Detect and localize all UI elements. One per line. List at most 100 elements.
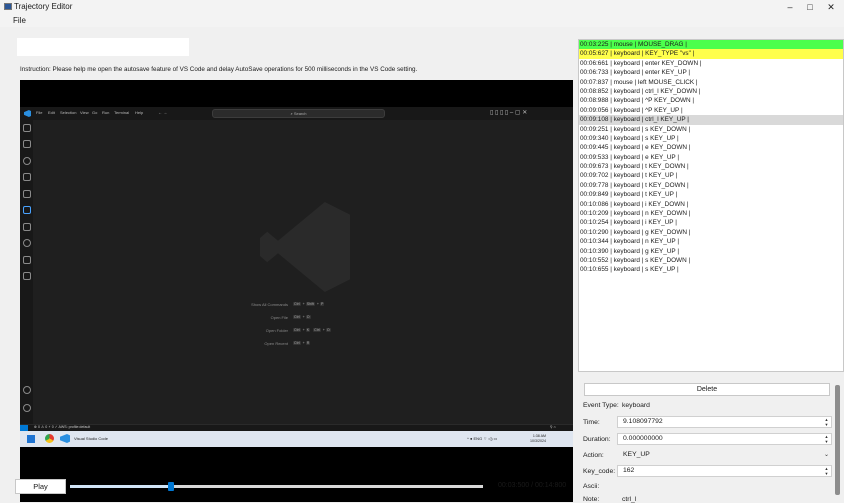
event-row[interactable]: 00:07:837 | mouse | left MOUSE_CLICK |	[579, 78, 843, 87]
duration-field-value: 0.000000000	[623, 435, 663, 442]
vscode-status-bar: ⊗ 0 ⚠ 0 ⚡ 0 ✓ AWS: profile:default ⚲ ⌂	[20, 424, 573, 431]
event-row[interactable]: 00:06:733 | keyboard | enter KEY_UP |	[579, 68, 843, 77]
vscode-search-box: ⌕ Search	[212, 109, 385, 118]
event-row[interactable]: 00:06:661 | keyboard | enter KEY_DOWN |	[579, 59, 843, 68]
event-row[interactable]: 00:09:056 | keyboard | ^P KEY_UP |	[579, 106, 843, 115]
event-row[interactable]: 00:09:340 | keyboard | s KEY_UP |	[579, 134, 843, 143]
vscode-menu-run: Run	[102, 110, 110, 115]
vscode-menu-terminal: Terminal	[114, 110, 130, 115]
explorer-icon	[23, 124, 31, 132]
ascii-field-label: Ascii:	[583, 483, 600, 490]
vscode-screenshot: File Edit Selection View Go Run Terminal…	[20, 107, 573, 431]
menu-file[interactable]: File	[13, 16, 26, 25]
event-row[interactable]: 00:09:108 | keyboard | ctrl_l KEY_UP |	[579, 115, 843, 125]
keycode-spin-icon[interactable]: ▲ ▼	[823, 466, 830, 476]
left-panel: Instruction: Please help me open the aut…	[10, 30, 573, 502]
event-row[interactable]: 00:09:445 | keyboard | e KEY_DOWN |	[579, 143, 843, 152]
event-row[interactable]: 00:09:702 | keyboard | t KEY_UP |	[579, 171, 843, 180]
windows-start-icon	[27, 435, 35, 443]
video-frame: File Edit Selection View Go Run Terminal…	[20, 80, 573, 502]
chat-icon	[23, 256, 31, 264]
menu-bar: File	[0, 14, 844, 27]
play-button[interactable]: Play	[15, 479, 66, 494]
instruction-text: Instruction: Please help me open the aut…	[20, 66, 418, 73]
extensions-icon	[23, 206, 31, 214]
event-list[interactable]: 00:03:225 | mouse | MOUSE_DRAG | 00:05:62…	[578, 39, 844, 372]
vscode-taskbar-icon	[60, 434, 70, 443]
vscode-activity-bar	[20, 120, 33, 424]
vscode-watermark-logo	[260, 202, 350, 292]
time-readout: 00:03:500 / 00:14:800	[498, 482, 567, 489]
detail-scrollbar[interactable]	[835, 385, 840, 495]
cmd-show-all-keys: Ctrl + Shift + P	[293, 302, 325, 306]
cmd-open-file-keys: Ctrl + O	[293, 315, 311, 319]
event-row[interactable]: 00:10:086 | keyboard | i KEY_DOWN |	[579, 200, 843, 209]
time-field[interactable]: 9.108097792 ▲ ▼	[617, 416, 832, 428]
keycode-field[interactable]: 162 ▲ ▼	[617, 465, 832, 477]
system-tray-icons: ^ ● ENG ⌔ ◁) ▭	[467, 436, 498, 441]
action-select-value: KEY_UP	[623, 451, 650, 458]
vscode-menu-selection: Selection	[60, 110, 77, 115]
event-row[interactable]: 00:10:655 | keyboard | s KEY_UP |	[579, 265, 843, 274]
event-row[interactable]: 00:08:988 | keyboard | ^P KEY_DOWN |	[579, 96, 843, 105]
cmd-open-recent-label: Open Recent	[264, 341, 288, 346]
event-row[interactable]: 00:09:673 | keyboard | t KEY_DOWN |	[579, 162, 843, 171]
event-row[interactable]: 00:09:778 | keyboard | t KEY_DOWN |	[579, 181, 843, 190]
manage-gear-icon	[23, 404, 31, 412]
vscode-titlebar: File Edit Selection View Go Run Terminal…	[20, 107, 573, 120]
vscode-menu-help: Help	[135, 110, 144, 115]
event-row[interactable]: 00:10:209 | keyboard | n KEY_DOWN |	[579, 209, 843, 218]
vscode-title-buttons: ▯ ▯ ▯ ▯ – ▢ ✕	[490, 110, 528, 116]
tray-clock: 1:38 AM 10/3/2024	[530, 434, 546, 443]
vscode-menu-view: View	[80, 110, 89, 115]
source-control-icon	[23, 173, 31, 181]
event-row[interactable]: 00:05:627 | keyboard | KEY_TYPE "vs" |	[579, 49, 843, 59]
taskbar-app-label: Visual Studio Code	[74, 436, 108, 441]
time-spin-icon[interactable]: ▲ ▼	[823, 417, 830, 427]
remote-explorer-icon	[23, 223, 31, 231]
event-row[interactable]: 00:08:852 | keyboard | ctrl_l KEY_DOWN |	[579, 87, 843, 96]
event-row[interactable]: 00:10:390 | keyboard | g KEY_UP |	[579, 247, 843, 256]
duration-field[interactable]: 0.000000000 ▲ ▼	[617, 433, 832, 445]
maximize-button[interactable]: □	[802, 1, 818, 13]
minimize-button[interactable]: –	[782, 1, 798, 13]
vscode-nav-arrows: ← →	[158, 110, 168, 115]
event-row[interactable]: 00:03:225 | mouse | MOUSE_DRAG |	[579, 40, 843, 50]
keycode-field-value: 162	[623, 467, 635, 474]
timeline-slider[interactable]	[70, 482, 483, 491]
time-field-value: 9.108097792	[623, 418, 663, 425]
event-row[interactable]: 00:09:251 | keyboard | s KEY_DOWN |	[579, 125, 843, 134]
timeline-slider-handle[interactable]	[167, 482, 174, 491]
extensions-view-icon	[23, 140, 31, 148]
status-left-text: ⊗ 0 ⚠ 0 ⚡ 0 ✓ AWS: profile:default	[34, 425, 91, 429]
delete-button[interactable]: Delete	[584, 383, 830, 396]
action-field-label: Action:	[583, 452, 604, 459]
vscode-menu-go: Go	[92, 110, 98, 115]
duration-field-label: Duration:	[583, 436, 611, 443]
event-row[interactable]: 00:10:254 | keyboard | i KEY_UP |	[579, 218, 843, 227]
note-field-value: ctrl_l	[622, 496, 637, 503]
app-icon	[4, 3, 12, 10]
docker-icon	[23, 272, 31, 280]
title-bar: Trajectory Editor – □ ✕	[0, 0, 844, 14]
event-row[interactable]: 00:10:344 | keyboard | n KEY_UP |	[579, 237, 843, 246]
event-type-value: keyboard	[622, 402, 650, 409]
time-field-label: Time:	[583, 419, 600, 426]
cmd-show-all-label: Show All Commands	[251, 302, 288, 307]
duration-spin-icon[interactable]: ▲ ▼	[823, 434, 830, 444]
vscode-logo-icon	[24, 110, 31, 117]
event-row[interactable]: 00:10:552 | keyboard | s KEY_DOWN |	[579, 256, 843, 265]
testing-icon	[23, 239, 31, 247]
event-row[interactable]: 00:09:849 | keyboard | t KEY_UP |	[579, 190, 843, 199]
close-button[interactable]: ✕	[823, 1, 839, 13]
vscode-menu-edit: Edit	[48, 110, 55, 115]
action-select[interactable]: KEY_UP ⌄	[617, 449, 832, 461]
keycode-field-label: Key_code:	[583, 468, 616, 475]
filter-input[interactable]	[17, 38, 189, 56]
note-field-label: Note:	[583, 496, 600, 503]
timeline-slider-fill	[70, 485, 171, 488]
event-row[interactable]: 00:10:290 | keyboard | g KEY_DOWN |	[579, 228, 843, 237]
event-row[interactable]: 00:09:533 | keyboard | e KEY_UP |	[579, 153, 843, 162]
chevron-down-icon: ⌄	[823, 452, 830, 458]
search-icon	[23, 157, 31, 165]
